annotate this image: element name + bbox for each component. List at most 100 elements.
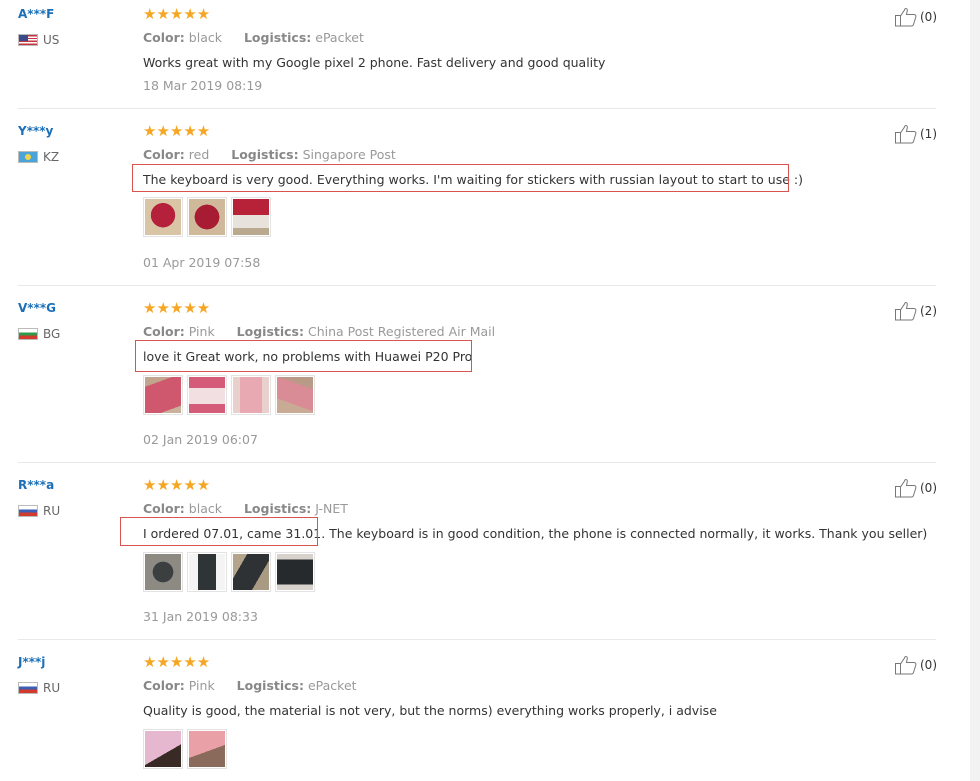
review-meta: Color: red Logistics: Singapore Post xyxy=(143,147,396,162)
review-date: 31 Jan 2019 08:33 xyxy=(143,609,258,624)
country-code: KZ xyxy=(43,150,60,164)
helpful-button[interactable]: (0) xyxy=(894,478,937,498)
logistics-label: Logistics: xyxy=(236,324,304,339)
reviewer-name[interactable]: R***a xyxy=(18,478,54,492)
review-photo[interactable] xyxy=(275,375,315,415)
review-photo[interactable] xyxy=(187,197,227,237)
review-text: Works great with my Google pixel 2 phone… xyxy=(143,55,606,70)
review-item: R***a RU ★★★★★ Color: black Logistics: J… xyxy=(0,471,980,648)
color-label: Color: xyxy=(143,324,185,339)
divider xyxy=(18,285,936,286)
color-label: Color: xyxy=(143,501,185,516)
review-meta: Color: Pink Logistics: ePacket xyxy=(143,678,357,693)
thumbs-up-icon xyxy=(895,8,917,27)
like-count: (1) xyxy=(920,127,937,141)
review-photo[interactable] xyxy=(143,197,183,237)
star-rating: ★★★★★ xyxy=(143,122,211,140)
reviewer-country: US xyxy=(18,33,59,47)
review-photos xyxy=(143,375,315,415)
color-value: black xyxy=(188,30,222,45)
helpful-button[interactable]: (2) xyxy=(894,301,937,321)
divider xyxy=(18,108,936,109)
review-meta: Color: Pink Logistics: China Post Regist… xyxy=(143,324,495,339)
bg-flag-icon xyxy=(18,328,38,340)
logistics-value: ePacket xyxy=(315,30,364,45)
review-date: 02 Jan 2019 06:07 xyxy=(143,432,258,447)
review-photo[interactable] xyxy=(143,375,183,415)
review-photo[interactable] xyxy=(231,552,271,592)
divider xyxy=(18,639,936,640)
review-meta: Color: black Logistics: ePacket xyxy=(143,30,364,45)
logistics-label: Logistics: xyxy=(231,147,299,162)
ru-flag-icon xyxy=(18,682,38,694)
reviewer-country: RU xyxy=(18,681,60,695)
review-photo[interactable] xyxy=(275,552,315,592)
highlight-box xyxy=(120,517,318,546)
review-item: J***j RU ★★★★★ Color: Pink Logistics: eP… xyxy=(0,648,980,781)
thumbs-up-icon xyxy=(895,125,917,144)
country-code: US xyxy=(43,33,60,47)
review-photo[interactable] xyxy=(231,197,271,237)
like-count: (0) xyxy=(920,10,937,24)
review-photo[interactable] xyxy=(143,729,183,769)
review-date: 01 Apr 2019 07:58 xyxy=(143,255,261,270)
helpful-button[interactable]: (1) xyxy=(894,124,937,144)
scrollbar[interactable] xyxy=(970,0,980,781)
review-photos xyxy=(143,729,227,769)
highlight-box xyxy=(135,340,472,372)
reviewer-name[interactable]: Y***y xyxy=(18,124,53,138)
review-meta: Color: black Logistics: J-NET xyxy=(143,501,348,516)
star-rating: ★★★★★ xyxy=(143,299,211,317)
us-flag-icon xyxy=(18,34,38,46)
review-photos xyxy=(143,197,271,237)
ru-flag-icon xyxy=(18,505,38,517)
logistics-label: Logistics: xyxy=(236,678,304,693)
review-photos xyxy=(143,552,315,592)
reviewer-country: KZ xyxy=(18,150,59,164)
review-date: 18 Mar 2019 08:19 xyxy=(143,78,263,93)
logistics-label: Logistics: xyxy=(243,501,312,516)
color-value: red xyxy=(188,147,210,162)
review-photo[interactable] xyxy=(187,729,227,769)
logistics-value: J-NET xyxy=(315,501,348,516)
country-code: RU xyxy=(43,681,61,695)
review-text: Quality is good, the material is not ver… xyxy=(143,703,717,718)
star-rating: ★★★★★ xyxy=(143,653,211,671)
color-label: Color: xyxy=(143,30,185,45)
reviewer-name[interactable]: V***G xyxy=(18,301,56,315)
star-rating: ★★★★★ xyxy=(143,476,211,494)
country-code: RU xyxy=(43,504,61,518)
kz-flag-icon xyxy=(18,151,38,163)
logistics-label: Logistics: xyxy=(243,30,312,45)
helpful-button[interactable]: (0) xyxy=(894,7,937,27)
color-label: Color: xyxy=(143,147,185,162)
reviewer-country: BG xyxy=(18,327,60,341)
review-item: Y***y KZ ★★★★★ Color: red Logistics: Sin… xyxy=(0,117,980,294)
color-value: Pink xyxy=(188,324,215,339)
logistics-value: ePacket xyxy=(307,678,357,693)
like-count: (0) xyxy=(920,658,937,672)
highlight-box xyxy=(132,164,789,192)
review-photo[interactable] xyxy=(143,552,183,592)
review-item: V***G BG ★★★★★ Color: Pink Logistics: Ch… xyxy=(0,294,980,471)
review-photo[interactable] xyxy=(187,552,227,592)
color-label: Color: xyxy=(143,678,185,693)
like-count: (2) xyxy=(920,304,937,318)
helpful-button[interactable]: (0) xyxy=(894,655,937,675)
review-photo[interactable] xyxy=(187,375,227,415)
thumbs-up-icon xyxy=(895,302,917,321)
country-code: BG xyxy=(43,327,61,341)
thumbs-up-icon xyxy=(895,479,917,498)
divider xyxy=(18,462,936,463)
color-value: black xyxy=(188,501,222,516)
review-photo[interactable] xyxy=(231,375,271,415)
reviewer-name[interactable]: A***F xyxy=(18,7,54,21)
reviewer-country: RU xyxy=(18,504,60,518)
like-count: (0) xyxy=(920,481,937,495)
star-rating: ★★★★★ xyxy=(143,5,211,23)
logistics-value: Singapore Post xyxy=(302,147,396,162)
logistics-value: China Post Registered Air Mail xyxy=(307,324,496,339)
thumbs-up-icon xyxy=(895,656,917,675)
color-value: Pink xyxy=(188,678,215,693)
reviewer-name[interactable]: J***j xyxy=(18,655,45,669)
